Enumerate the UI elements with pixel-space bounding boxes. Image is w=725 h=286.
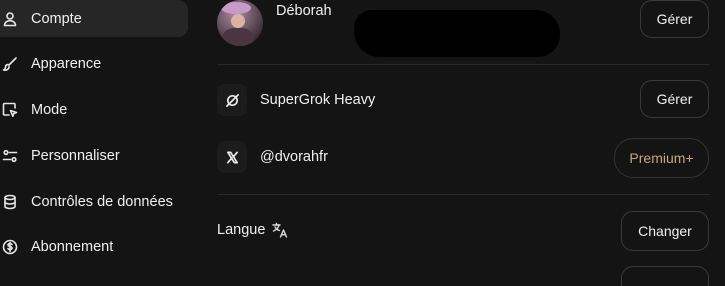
sidebar-item-compte[interactable]: Compte (0, 0, 188, 37)
sidebar-item-label: Contrôles de données (31, 193, 173, 210)
user-icon (0, 9, 20, 29)
manage-account-button[interactable]: Gérer (640, 0, 709, 38)
change-language-button[interactable]: Changer (621, 211, 709, 251)
x-handle: @dvorahfr (260, 149, 328, 165)
divider (217, 194, 709, 195)
x-icon-box (217, 141, 247, 173)
sidebar-item-label: Abonnement (31, 238, 114, 255)
brush-icon (0, 54, 20, 74)
user-name: Déborah (276, 3, 332, 19)
x-logo-icon (225, 150, 240, 165)
settings-sidebar: Compte Apparence Mode Personnaliser Cont… (0, 0, 195, 275)
database-icon (0, 192, 20, 212)
sliders-icon (0, 146, 20, 166)
next-row-button[interactable] (621, 266, 709, 286)
account-settings-panel: Déborah Gérer SuperGrok Heavy Gérer @dvo… (217, 0, 725, 286)
cursor-window-icon (0, 100, 20, 120)
avatar (217, 0, 263, 46)
sidebar-item-label: Compte (31, 10, 82, 27)
grok-logo-icon (225, 93, 240, 108)
language-label: Langue (217, 222, 266, 238)
sidebar-item-label: Personnaliser (31, 147, 120, 164)
sidebar-item-personnaliser[interactable]: Personnaliser (0, 137, 188, 174)
translate-icon (271, 221, 289, 239)
divider (217, 64, 709, 65)
plan-name: SuperGrok Heavy (260, 92, 376, 108)
redacted-email (354, 10, 560, 57)
sidebar-item-label: Mode (31, 101, 68, 118)
plan-icon-box (217, 84, 247, 116)
manage-subscription-button[interactable]: Gérer (640, 80, 709, 118)
premium-plus-button[interactable]: Premium+ (614, 138, 709, 178)
sidebar-item-label: Apparence (31, 55, 102, 72)
sidebar-item-controles-donnees[interactable]: Contrôles de données (0, 183, 188, 220)
sidebar-item-mode[interactable]: Mode (0, 91, 188, 128)
dollar-circle-icon (0, 237, 20, 257)
sidebar-item-apparence[interactable]: Apparence (0, 45, 188, 82)
sidebar-item-abonnement[interactable]: Abonnement (0, 228, 188, 265)
